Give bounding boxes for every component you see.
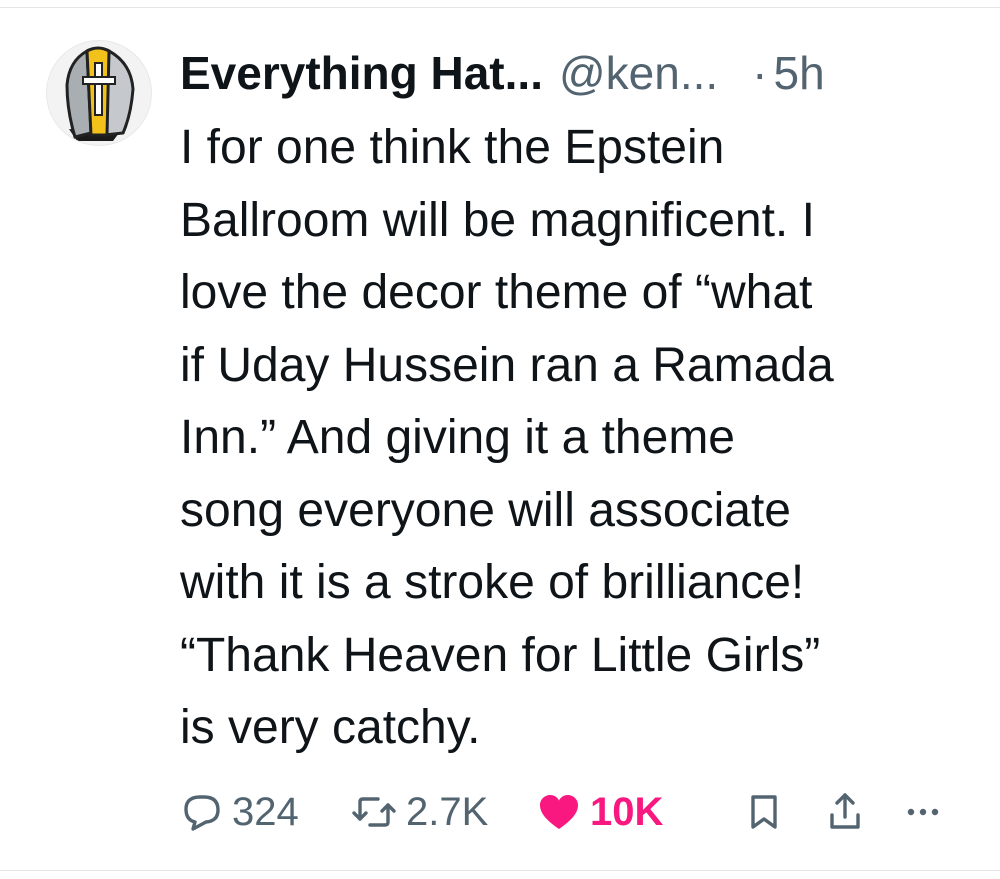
- tweet-text-line: with it is a stroke of brilliance!: [180, 556, 805, 609]
- tweet-text-line: Inn.” And giving it a theme: [180, 411, 735, 464]
- more-button[interactable]: [903, 782, 943, 842]
- top-divider: [0, 0, 1000, 8]
- tweet-text-line: Ballroom will be magnificent. I: [180, 193, 815, 247]
- tweet-header: Everything Hat... @ken... · 5h: [180, 38, 825, 108]
- tweet-text-line: love the decor theme of “what: [180, 266, 813, 319]
- action-bar: 324 2.7K 10K: [178, 782, 968, 842]
- bookmark-button[interactable]: [744, 782, 784, 842]
- reply-button[interactable]: 324: [178, 782, 299, 842]
- timestamp[interactable]: 5h: [774, 46, 825, 100]
- more-icon: [903, 789, 943, 835]
- retweet-icon: [350, 789, 398, 835]
- tweet-text-line: song everyone will associate: [180, 483, 791, 537]
- like-button[interactable]: 10K: [536, 782, 663, 842]
- separator-dot: ·: [752, 47, 768, 99]
- tweet-text-line: “Thank Heaven for Little Girls”: [180, 628, 821, 682]
- avatar[interactable]: [46, 40, 152, 146]
- retweet-button[interactable]: 2.7K: [350, 782, 488, 842]
- retweet-count: 2.7K: [406, 789, 489, 834]
- tweet-screenshot: Everything Hat... @ken... · 5h I for one…: [0, 0, 1000, 879]
- share-icon: [825, 789, 865, 835]
- mitre-hat-icon: [65, 46, 135, 141]
- tweet-text-line: is very catchy.: [180, 701, 481, 754]
- like-count: 10K: [590, 789, 664, 834]
- tweet-text-line: I for one think the Epstein: [180, 121, 725, 174]
- reply-count: 324: [232, 789, 299, 834]
- bookmark-icon: [744, 789, 784, 835]
- heart-icon: [536, 789, 582, 835]
- author-handle[interactable]: @ken...: [559, 46, 718, 100]
- tweet-text-line: if Uday Hussein ran a Ramada: [180, 338, 834, 392]
- reply-icon: [178, 789, 224, 835]
- bottom-divider: [0, 870, 1000, 871]
- tweet-text: I for one think the Epstein Ballroom wil…: [180, 112, 970, 765]
- share-button[interactable]: [825, 782, 865, 842]
- author-name[interactable]: Everything Hat...: [180, 46, 543, 100]
